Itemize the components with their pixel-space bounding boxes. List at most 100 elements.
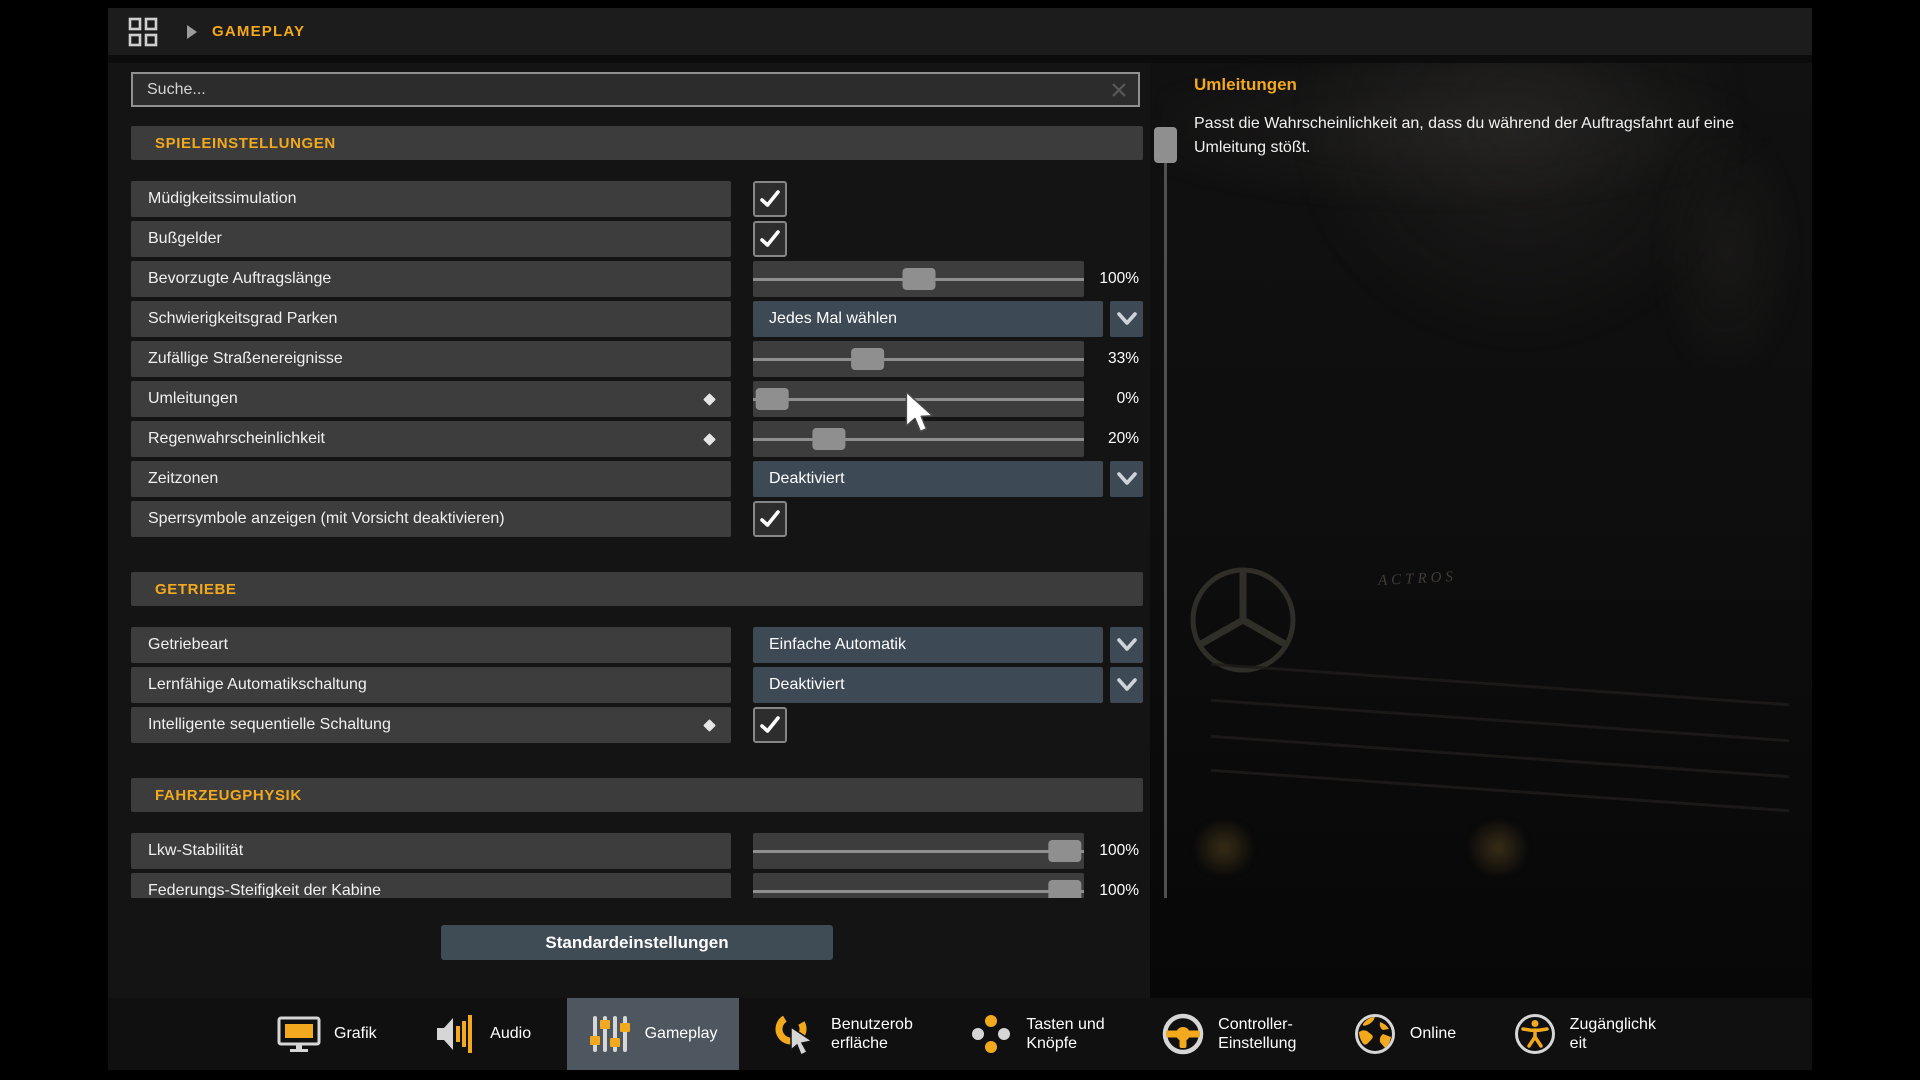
setting-label: Lkw-Stabilität	[148, 842, 243, 860]
checkbox[interactable]	[753, 707, 787, 743]
scrollbar-track[interactable]	[1164, 127, 1167, 898]
globe-icon	[1353, 1012, 1397, 1056]
equalizer-icon	[588, 1014, 632, 1054]
setting-label-box: Zufällige Straßenereignisse	[131, 341, 731, 377]
setting-label-box: Getriebeart	[131, 627, 731, 663]
slider[interactable]	[753, 873, 1084, 898]
slider-thumb[interactable]	[1048, 840, 1081, 862]
advanced-diamond-icon	[703, 393, 716, 406]
slider-value: 33%	[1108, 341, 1139, 377]
scrollbar-thumb[interactable]	[1154, 127, 1177, 163]
tab-label: Tasten und Knöpfe	[1026, 1015, 1104, 1053]
grid-icon	[128, 17, 158, 47]
monitor-icon	[277, 1014, 321, 1054]
settings-row: Müdigkeitssimulation	[131, 181, 1143, 217]
setting-label: Umleitungen	[148, 390, 238, 408]
setting-info-panel: Umleitungen Passt die Wahrscheinlichkeit…	[1194, 75, 1794, 160]
dropdown[interactable]: Deaktiviert	[753, 667, 1103, 703]
grille-line	[1211, 769, 1790, 812]
tab-grafik[interactable]: Grafik	[256, 998, 398, 1070]
slider-thumb[interactable]	[813, 428, 846, 450]
settings-row: Getriebeart Einfache Automatik	[131, 627, 1143, 663]
tab-audio[interactable]: Audio	[412, 998, 552, 1070]
dropdown-value: Einfache Automatik	[769, 636, 906, 654]
section-header: FAHRZEUGPHYSIK	[131, 778, 1143, 812]
setting-control: Deaktiviert	[753, 461, 1143, 497]
setting-control: Jedes Mal wählen	[753, 301, 1143, 337]
settings-content: ACTROS SPIELEINSTELLUNGEN Müdigkeitssimul…	[108, 55, 1812, 998]
slider-value: 20%	[1108, 421, 1139, 457]
slider-thumb[interactable]	[1048, 880, 1081, 898]
screen: GAMEPLAY ACTROS	[0, 0, 1920, 1080]
setting-control	[753, 707, 1143, 743]
setting-label: Getriebeart	[148, 636, 228, 654]
settings-row: Bevorzugte Auftragslänge 100%	[131, 261, 1143, 297]
slider-thumb[interactable]	[851, 348, 884, 370]
dropdown[interactable]: Jedes Mal wählen	[753, 301, 1103, 337]
menu-grid-button[interactable]	[126, 15, 160, 49]
dropdown-chevron-button[interactable]	[1110, 461, 1143, 497]
dropdown-chevron-button[interactable]	[1110, 627, 1143, 663]
dropdown[interactable]: Einfache Automatik	[753, 627, 1103, 663]
setting-control: 100%	[753, 261, 1143, 297]
cursor-click-icon	[774, 1012, 818, 1056]
settings-row: Zufällige Straßenereignisse 33%	[131, 341, 1143, 377]
setting-control	[753, 181, 1143, 217]
tab-zugaenglichkeit[interactable]: Zugänglichk eit	[1492, 998, 1677, 1070]
defaults-button[interactable]: Standardeinstellungen	[441, 925, 833, 960]
breadcrumb-arrow-icon	[186, 24, 198, 40]
mouse-cursor	[903, 390, 939, 443]
settings-row: Umleitungen 0%	[131, 381, 1143, 417]
setting-control: Einfache Automatik	[753, 627, 1143, 663]
settings-row: Intelligente sequentielle Schaltung	[131, 707, 1143, 743]
settings-category-bar: Grafik Audio Gameplay Benutzerob erfläche Ta…	[108, 998, 1812, 1070]
buttons-dpad-icon	[969, 1014, 1013, 1054]
settings-row: ZeitzonenDeaktiviert	[131, 461, 1143, 497]
setting-label: Sperrsymbole anzeigen (mit Vorsicht deak…	[148, 510, 505, 528]
tab-online[interactable]: Online	[1332, 998, 1477, 1070]
settings-list: SPIELEINSTELLUNGEN Müdigkeitssimulation Bu…	[131, 126, 1143, 898]
setting-control: 20%	[753, 421, 1143, 457]
rows-group: Getriebeart Einfache Automatik Lernfähige …	[131, 627, 1143, 743]
dropdown-value: Deaktiviert	[769, 470, 845, 488]
tab-tasten-und-knoepfe[interactable]: Tasten und Knöpfe	[948, 998, 1125, 1070]
settings-row: Sperrsymbole anzeigen (mit Vorsicht deak…	[131, 501, 1143, 537]
checkbox[interactable]	[753, 181, 787, 217]
slider-value: 100%	[1099, 833, 1139, 869]
clear-search-icon[interactable]	[1110, 81, 1128, 99]
dropdown-chevron-button[interactable]	[1110, 301, 1143, 337]
setting-label: Regenwahrscheinlichkeit	[148, 430, 325, 448]
setting-control: 33%	[753, 341, 1143, 377]
dropdown[interactable]: Deaktiviert	[753, 461, 1103, 497]
advanced-diamond-icon	[703, 719, 716, 732]
dropdown-chevron-button[interactable]	[1110, 667, 1143, 703]
checkbox[interactable]	[753, 221, 787, 257]
setting-label: Federungs-Steifigkeit der Kabine	[148, 882, 381, 898]
setting-label-box: Bußgelder	[131, 221, 731, 257]
breadcrumb: GAMEPLAY	[212, 23, 305, 40]
tab-benutzeroberflaeche[interactable]: Benutzerob erfläche	[753, 998, 934, 1070]
setting-control	[753, 501, 1143, 537]
speaker-icon	[433, 1014, 477, 1054]
checkbox[interactable]	[753, 501, 787, 537]
dropdown-value: Jedes Mal wählen	[769, 310, 897, 328]
slider[interactable]	[753, 833, 1084, 869]
setting-label: Bevorzugte Auftragslänge	[148, 270, 331, 288]
tab-label: Grafik	[334, 1024, 377, 1043]
slider-thumb[interactable]	[902, 268, 935, 290]
tab-label: Gameplay	[645, 1024, 718, 1043]
tab-label: Audio	[490, 1024, 531, 1043]
slider-value: 0%	[1117, 381, 1139, 417]
truck-photo-backdrop: ACTROS	[1150, 63, 1812, 998]
tab-gameplay[interactable]: Gameplay	[567, 998, 739, 1070]
section-header: SPIELEINSTELLUNGEN	[131, 126, 1143, 160]
search-input[interactable]	[133, 81, 1110, 99]
setting-label-box: Schwierigkeitsgrad Parken	[131, 301, 731, 337]
setting-label: Intelligente sequentielle Schaltung	[148, 716, 391, 734]
slider[interactable]	[753, 261, 1084, 297]
setting-label: Lernfähige Automatikschaltung	[148, 676, 367, 694]
slider-thumb[interactable]	[756, 388, 789, 410]
tab-label: Online	[1410, 1024, 1456, 1043]
tab-controller-einstellung[interactable]: Controller- Einstellung	[1140, 998, 1317, 1070]
slider[interactable]	[753, 341, 1084, 377]
